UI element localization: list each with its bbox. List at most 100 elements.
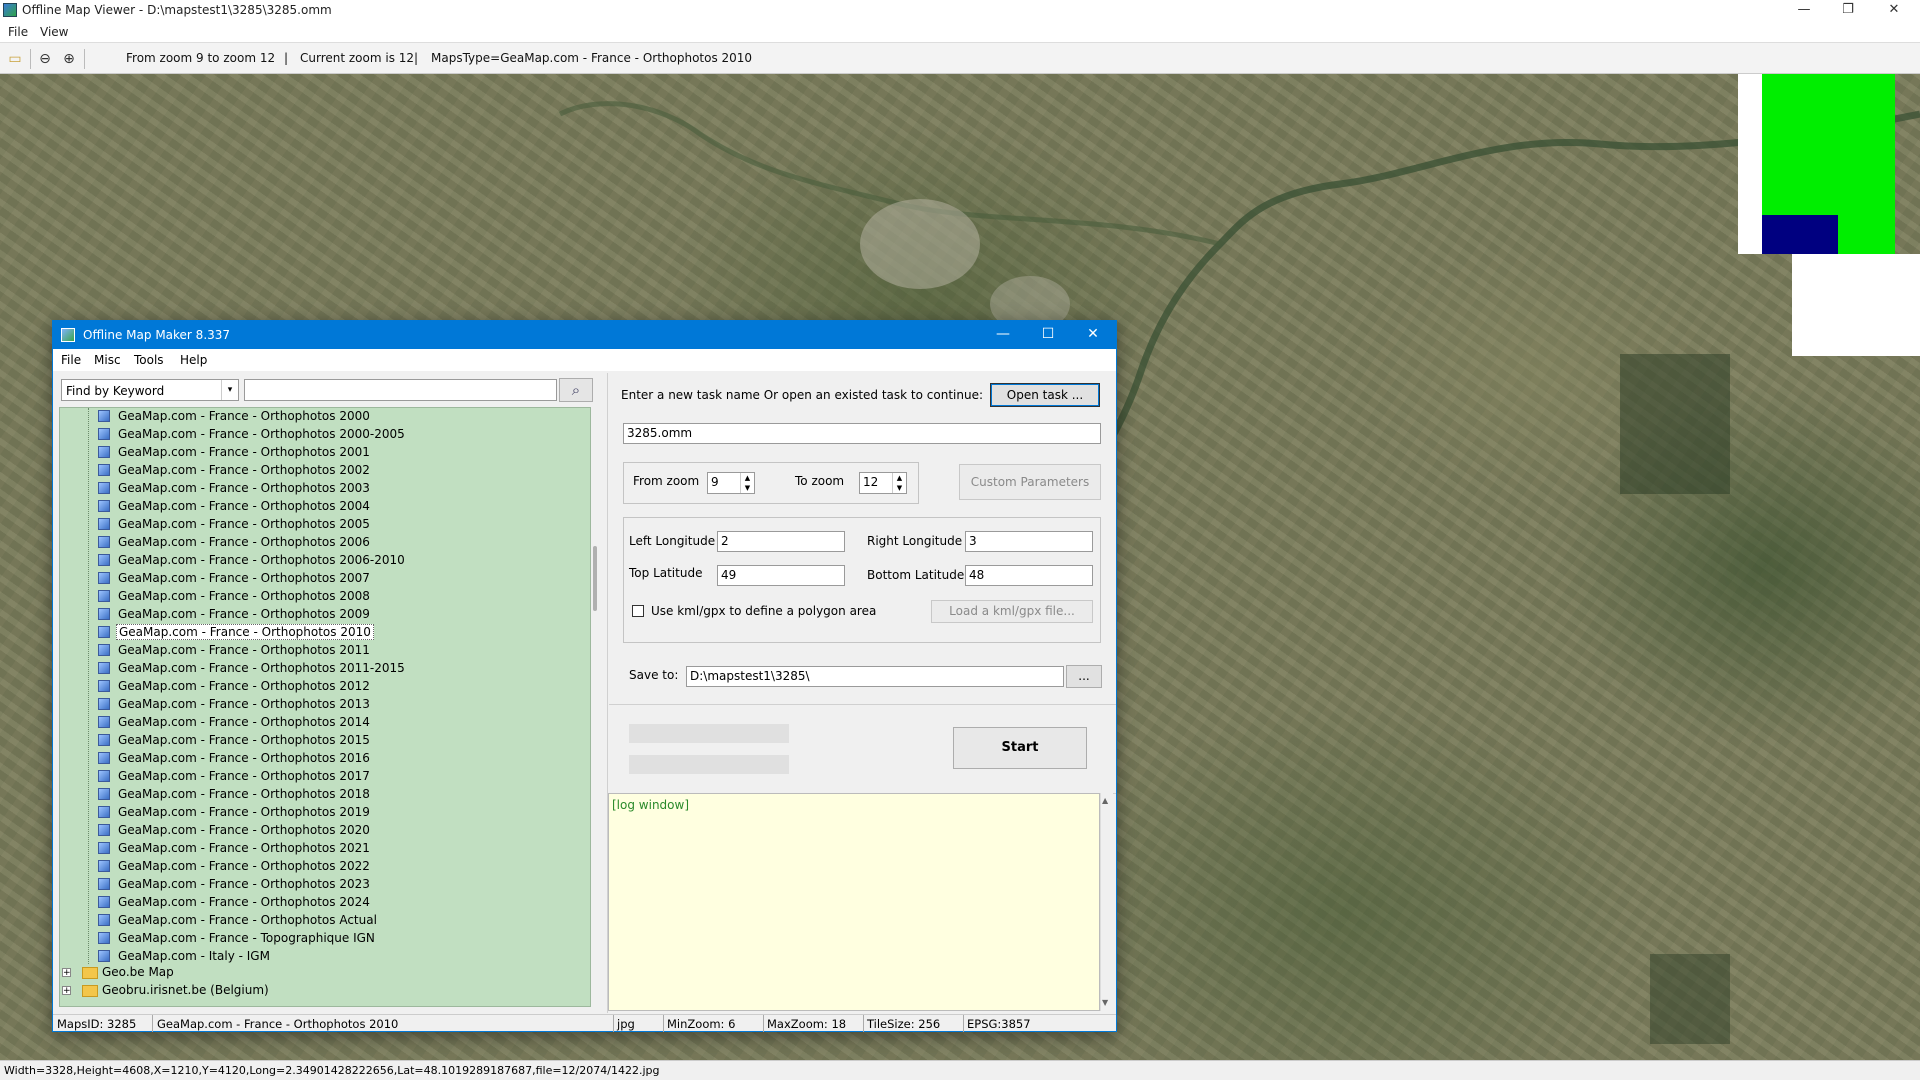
tree-item[interactable]: GeaMap.com - France - Orthophotos 2002 — [60, 462, 590, 480]
dialog-title: Offline Map Maker 8.337 — [83, 328, 231, 342]
status-maxzoom: MaxZoom: 18 — [767, 1017, 847, 1031]
close-icon[interactable]: ✕ — [1872, 0, 1916, 22]
start-button[interactable]: Start — [953, 727, 1087, 769]
map-layer-icon — [98, 806, 110, 818]
stepper-down-icon[interactable]: ▼ — [892, 483, 906, 493]
menu-file[interactable]: File — [8, 25, 28, 39]
stepper-up-icon[interactable]: ▲ — [740, 473, 754, 483]
menu-view[interactable]: View — [40, 25, 68, 39]
tree-item[interactable]: GeaMap.com - France - Orthophotos 2000-2… — [60, 426, 590, 444]
log-scrollbar[interactable]: ▲ ▼ — [1100, 793, 1113, 1011]
window-titlebar[interactable]: Offline Map Viewer - D:\mapstest1\3285\3… — [0, 0, 1920, 22]
log-textarea[interactable]: [log window] — [608, 793, 1100, 1011]
tree-item-label: GeaMap.com - France - Orthophotos 2021 — [118, 841, 370, 855]
from-zoom-stepper[interactable]: 9 ▲ ▼ — [707, 472, 755, 494]
tree-item[interactable]: GeaMap.com - France - Orthophotos Actual — [60, 912, 590, 930]
open-task-button[interactable]: Open task ... — [990, 383, 1100, 407]
map-layer-icon — [98, 932, 110, 944]
tree-item[interactable]: GeaMap.com - France - Orthophotos 2009 — [60, 606, 590, 624]
browse-button[interactable]: ... — [1066, 665, 1102, 688]
tree-item[interactable]: GeaMap.com - France - Orthophotos 2024 — [60, 894, 590, 912]
tree-item-label: GeaMap.com - France - Orthophotos 2005 — [118, 517, 370, 531]
tree-item[interactable]: GeaMap.com - France - Orthophotos 2001 — [60, 444, 590, 462]
load-kml-button[interactable]: Load a kml/gpx file... — [931, 600, 1093, 623]
tree-item[interactable]: GeaMap.com - France - Orthophotos 2017 — [60, 768, 590, 786]
tree-item[interactable]: GeaMap.com - France - Orthophotos 2014 — [60, 714, 590, 732]
app-icon — [3, 3, 17, 17]
minimize-icon[interactable]: — — [1782, 0, 1826, 22]
tree-item[interactable]: GeaMap.com - France - Orthophotos 2019 — [60, 804, 590, 822]
map-layer-icon — [98, 824, 110, 836]
dialog-menu-misc[interactable]: Misc — [94, 353, 121, 367]
chevron-down-icon[interactable]: ▾ — [221, 380, 238, 400]
expand-icon[interactable]: + — [62, 968, 71, 978]
tree-folder[interactable]: + Geo.be Map — [60, 964, 590, 982]
tree-item[interactable]: GeaMap.com - France - Orthophotos 2007 — [60, 570, 590, 588]
tree-item[interactable]: GeaMap.com - France - Orthophotos 2021 — [60, 840, 590, 858]
search-mode-select[interactable]: Find by Keyword ▾ — [61, 379, 239, 401]
map-layer-icon — [98, 446, 110, 458]
tree-scrollbar[interactable] — [591, 407, 601, 1007]
tree-item-label: GeaMap.com - France - Orthophotos 2018 — [118, 787, 370, 801]
dialog-titlebar[interactable]: Offline Map Maker 8.337 — ☐ ✕ — [53, 321, 1116, 349]
zoom-in-icon[interactable]: ⊕ — [60, 50, 78, 68]
tree-item-label: GeaMap.com - France - Orthophotos 2000-2… — [118, 427, 405, 441]
map-source-tree[interactable]: GeaMap.com - France - Orthophotos 2000 Ge… — [59, 407, 591, 1007]
log-window[interactable]: [log window] ▲ ▼ — [608, 793, 1114, 1011]
tree-item-label: GeaMap.com - France - Orthophotos 2015 — [118, 733, 370, 747]
map-layer-icon — [98, 680, 110, 692]
bottom-latitude-field[interactable]: 48 — [965, 565, 1093, 586]
dialog-menu-help[interactable]: Help — [180, 353, 207, 367]
tree-item[interactable]: GeaMap.com - France - Orthophotos 2015 — [60, 732, 590, 750]
dialog-maximize-icon[interactable]: ☐ — [1026, 321, 1070, 349]
search-input[interactable] — [244, 379, 557, 401]
tree-folder[interactable]: + Geobru.irisnet.be (Belgium) — [60, 982, 590, 1000]
tree-item[interactable]: GeaMap.com - France - Orthophotos 2010 — [60, 624, 590, 642]
tree-item[interactable]: GeaMap.com - France - Topographique IGN — [60, 930, 590, 948]
tree-scrollbar-thumb[interactable] — [593, 546, 597, 611]
tree-item[interactable]: GeaMap.com - France - Orthophotos 2011 — [60, 642, 590, 660]
tree-item[interactable]: GeaMap.com - France - Orthophotos 2000 — [60, 408, 590, 426]
zoom-out-icon[interactable]: ⊖ — [36, 50, 54, 68]
dialog-menu-tools[interactable]: Tools — [134, 353, 164, 367]
stepper-down-icon[interactable]: ▼ — [740, 483, 754, 493]
tree-item[interactable]: GeaMap.com - France - Orthophotos 2004 — [60, 498, 590, 516]
map-layer-icon — [98, 752, 110, 764]
tree-item[interactable]: GeaMap.com - France - Orthophotos 2012 — [60, 678, 590, 696]
search-icon[interactable]: ⌕ — [559, 378, 593, 402]
save-path-field[interactable]: D:\mapstest1\3285\ — [686, 666, 1064, 687]
maximize-icon[interactable]: ❐ — [1826, 0, 1870, 22]
map-layer-icon — [98, 950, 110, 962]
scroll-up-icon[interactable]: ▲ — [1102, 796, 1108, 805]
stepper-up-icon[interactable]: ▲ — [892, 473, 906, 483]
tree-item[interactable]: GeaMap.com - France - Orthophotos 2022 — [60, 858, 590, 876]
status-divider — [763, 1015, 764, 1032]
task-name-field[interactable]: 3285.omm — [623, 423, 1101, 444]
tree-item[interactable]: GeaMap.com - France - Orthophotos 2008 — [60, 588, 590, 606]
tree-item[interactable]: GeaMap.com - France - Orthophotos 2023 — [60, 876, 590, 894]
scroll-down-icon[interactable]: ▼ — [1102, 998, 1108, 1007]
tree-item[interactable]: GeaMap.com - France - Orthophotos 2018 — [60, 786, 590, 804]
top-latitude-field[interactable]: 49 — [717, 565, 845, 586]
right-longitude-field[interactable]: 3 — [965, 531, 1093, 552]
tree-item-label: GeaMap.com - France - Orthophotos 2024 — [118, 895, 370, 909]
tree-item[interactable]: GeaMap.com - France - Orthophotos 2013 — [60, 696, 590, 714]
tree-item[interactable]: GeaMap.com - France - Orthophotos 2003 — [60, 480, 590, 498]
tree-item[interactable]: GeaMap.com - France - Orthophotos 2005 — [60, 516, 590, 534]
dialog-minimize-icon[interactable]: — — [981, 321, 1025, 349]
dialog-close-icon[interactable]: ✕ — [1071, 321, 1115, 349]
to-zoom-stepper[interactable]: 12 ▲ ▼ — [859, 472, 907, 494]
tree-item[interactable]: GeaMap.com - France - Orthophotos 2006-2… — [60, 552, 590, 570]
bottom-latitude-label: Bottom Latitude — [867, 568, 965, 582]
tree-item[interactable]: GeaMap.com - France - Orthophotos 2006 — [60, 534, 590, 552]
dialog-menu-file[interactable]: File — [61, 353, 81, 367]
custom-parameters-button[interactable]: Custom Parameters — [959, 464, 1101, 500]
tree-item[interactable]: GeaMap.com - France - Orthophotos 2011-2… — [60, 660, 590, 678]
folder-open-icon[interactable]: ▭ — [6, 50, 24, 68]
tree-item-label: GeaMap.com - France - Orthophotos 2010 — [116, 624, 374, 640]
kml-checkbox[interactable] — [632, 605, 644, 617]
tree-item[interactable]: GeaMap.com - France - Orthophotos 2020 — [60, 822, 590, 840]
expand-icon[interactable]: + — [62, 986, 71, 996]
tree-item[interactable]: GeaMap.com - France - Orthophotos 2016 — [60, 750, 590, 768]
left-longitude-field[interactable]: 2 — [717, 531, 845, 552]
